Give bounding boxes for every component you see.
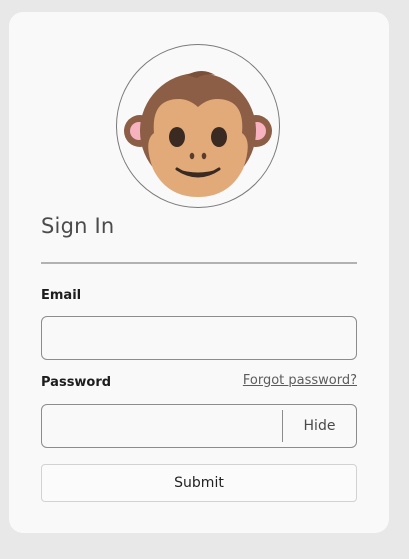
page-title: Sign In (41, 214, 115, 238)
hide-password-button[interactable]: Hide (283, 405, 356, 447)
avatar (116, 44, 280, 208)
password-label: Password (41, 375, 112, 390)
password-field-wrapper: Hide (41, 404, 357, 448)
title-divider (41, 262, 357, 264)
monkey-face-icon (124, 71, 272, 197)
submit-button[interactable]: Submit (41, 464, 357, 502)
email-label: Email (41, 288, 82, 303)
email-field[interactable] (41, 316, 357, 360)
login-card: Sign In Email Password Forgot password? … (9, 12, 389, 533)
forgot-password-link[interactable]: Forgot password? (243, 373, 357, 388)
password-field[interactable] (42, 405, 282, 447)
